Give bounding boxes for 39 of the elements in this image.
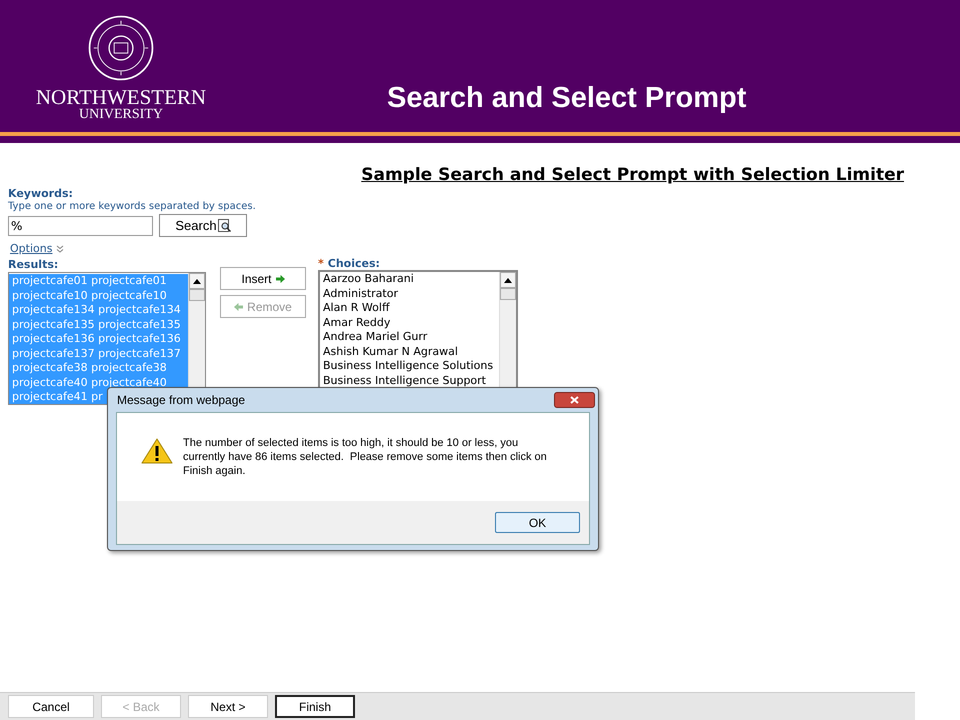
double-chevron-icon <box>56 244 64 252</box>
scroll-thumb[interactable] <box>500 288 516 300</box>
ok-button[interactable]: OK <box>495 512 580 533</box>
wizard-button[interactable]: Finish <box>275 695 355 718</box>
wordmark-subtitle: UNIVERSITY <box>79 108 163 122</box>
scroll-thumb[interactable] <box>189 289 205 301</box>
keywords-hint: Type one or more keywords separated by spaces. <box>8 200 257 213</box>
scrollbar[interactable] <box>499 272 516 390</box>
keywords-label: Keywords: <box>8 187 74 200</box>
choice-option[interactable]: Alan R Wolff <box>320 301 499 316</box>
up-arrow-icon <box>504 278 512 282</box>
warning-icon <box>141 438 173 464</box>
up-arrow-icon <box>193 278 201 284</box>
choice-option[interactable]: Business Intelligence Support <box>320 374 499 388</box>
choice-option[interactable]: Business Intelligence Solutions <box>320 359 499 374</box>
wizard-button[interactable]: Next > <box>188 695 268 718</box>
choice-option[interactable]: Aarzoo Baharani <box>320 272 499 286</box>
close-icon <box>570 396 579 404</box>
search-button[interactable]: Search <box>159 214 247 237</box>
seal-icon <box>87 14 155 82</box>
choice-option[interactable]: Ashish Kumar N Agrawal <box>320 344 499 359</box>
wordmark: NORTHWESTERN <box>36 86 206 108</box>
insert-button[interactable]: Insert <box>220 267 306 290</box>
left-arrow-icon <box>234 302 244 310</box>
page-title: Sample Search and Select Prompt with Selection Limiter <box>361 165 904 185</box>
choice-option[interactable]: Administrator <box>320 286 499 301</box>
keywords-field[interactable]: % <box>8 216 153 236</box>
choices-label: Choices: <box>328 257 380 270</box>
slide-title: Search and Select Prompt <box>387 80 746 116</box>
right-arrow-icon <box>276 274 284 282</box>
results-label: Results: <box>8 258 60 271</box>
choice-option[interactable]: Andrea Mariel Gurr <box>320 330 499 344</box>
wizard-button[interactable]: Cancel <box>8 695 94 718</box>
search-icon <box>218 219 231 232</box>
close-button[interactable] <box>554 392 595 408</box>
dialog-message: The number of selected items is too high, it should be 10 or less, you currently have 86 items selected. Please remove some items then click on Finish again. <box>183 436 548 478</box>
choice-option[interactable]: Amar Reddy <box>320 316 499 330</box>
required-mark: * <box>318 257 324 270</box>
options-link[interactable]: Options <box>10 242 52 255</box>
